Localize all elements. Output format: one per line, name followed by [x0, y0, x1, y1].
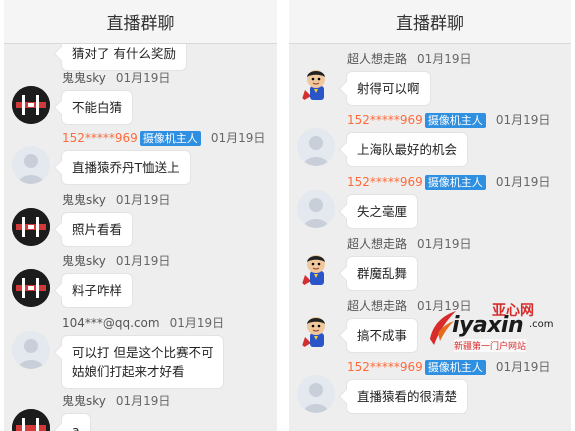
superhero-avatar-icon — [301, 70, 325, 102]
avatar[interactable] — [12, 269, 50, 307]
avatar[interactable] — [297, 375, 335, 413]
avatar[interactable] — [297, 313, 335, 351]
user-nick[interactable]: 鬼鬼sky — [62, 254, 106, 268]
owner-badge: 摄像机主人 — [139, 131, 201, 146]
user-nick[interactable]: 104***@qq.com — [62, 316, 160, 330]
user-nick[interactable]: 鬼鬼sky — [62, 193, 106, 207]
user-nick[interactable]: 152*****969 — [62, 131, 138, 145]
avatar[interactable] — [297, 128, 335, 166]
logo-avatar-icon — [12, 208, 50, 246]
message-bubble: 直播猿乔丹T恤送上 — [61, 150, 191, 185]
default-user-icon — [12, 146, 50, 184]
message-meta: 152*****969 摄像机主人 01月19日 — [347, 113, 550, 128]
watermark-brand: iyaxin — [452, 313, 524, 338]
message-bubble: 料子咋样 — [61, 273, 134, 308]
message-bubble: 照片看看 — [61, 212, 134, 247]
user-nick[interactable]: 152*****969 — [347, 175, 423, 189]
message-meta: 鬼鬼sky 01月19日 — [62, 394, 170, 408]
watermark-slogan: 新疆第一门户网站 — [454, 339, 527, 352]
site-watermark: 亚心网 iyaxin .com 新疆第一门户网站 — [428, 299, 568, 354]
user-nick[interactable]: 超人想走路 — [347, 52, 407, 66]
message-bubble: 射得可以啊 — [346, 71, 431, 106]
user-nick[interactable]: 鬼鬼sky — [62, 71, 106, 85]
watermark-domain: .com — [529, 319, 554, 330]
message-time: 01月19日 — [115, 394, 171, 408]
superhero-avatar-icon — [301, 255, 325, 287]
message-time: 01月19日 — [115, 193, 171, 207]
message-bubble: 不能白猜 — [61, 90, 134, 125]
message-bubble: 上海队最好的机会 — [346, 132, 469, 167]
message-meta: 鬼鬼sky 01月19日 — [62, 71, 170, 85]
avatar[interactable] — [297, 251, 335, 289]
avatar[interactable] — [12, 86, 50, 124]
message-time: 01月19日 — [495, 360, 551, 374]
logo-avatar-icon — [12, 269, 50, 307]
user-nick[interactable]: 鬼鬼sky — [62, 394, 106, 408]
message-time: 01月19日 — [210, 131, 266, 145]
message-time: 01月19日 — [495, 175, 551, 189]
message-bubble: 直播猿看的很清楚 — [346, 379, 469, 414]
message-time: 01月19日 — [115, 254, 171, 268]
message-meta: 104***@qq.com 01月19日 — [62, 316, 224, 330]
owner-badge: 摄像机主人 — [424, 360, 486, 375]
owner-badge: 摄像机主人 — [424, 113, 486, 128]
default-user-icon — [297, 375, 335, 413]
default-user-icon — [297, 190, 335, 228]
user-nick[interactable]: 152*****969 — [347, 360, 423, 374]
avatar[interactable] — [12, 208, 50, 246]
user-nick[interactable]: 152*****969 — [347, 113, 423, 127]
left-chat-panel[interactable]: 猜对了 有什么奖励 直播群聊 鬼鬼sky 01月19日 不能白猜 152*****… — [4, 0, 277, 431]
message-meta: 超人想走路 01月19日 — [347, 237, 472, 251]
superhero-avatar-icon — [301, 317, 325, 349]
message-time: 01月19日 — [115, 71, 171, 85]
message-meta: 鬼鬼sky 01月19日 — [62, 254, 170, 268]
logo-avatar-icon — [12, 409, 50, 431]
chat-header: 直播群聊 — [4, 0, 277, 44]
logo-avatar-icon — [12, 86, 50, 124]
message-meta: 152*****969 摄像机主人 01月19日 — [62, 131, 265, 146]
message-time: 01月19日 — [495, 113, 551, 127]
default-user-icon — [297, 128, 335, 166]
message-time: 01月19日 — [417, 237, 472, 251]
message-meta: 鬼鬼sky 01月19日 — [62, 193, 170, 207]
page-title: 直播群聊 — [396, 14, 464, 34]
message-meta: 152*****969 摄像机主人 01月19日 — [347, 360, 550, 375]
message-bubble: 搞不成事 — [346, 318, 419, 353]
avatar[interactable] — [297, 190, 335, 228]
message-meta: 超人想走路 01月19日 — [347, 52, 472, 66]
page-title: 直播群聊 — [106, 14, 175, 34]
message-bubble: 群魔乱舞 — [346, 256, 419, 291]
right-chat-panel[interactable]: 直播群聊 超人想走路 01月19日 射得可以啊 152*****969 摄像机主人 0… — [289, 0, 571, 431]
message-time: 01月19日 — [169, 316, 225, 330]
avatar[interactable] — [12, 146, 50, 184]
message-meta: 152*****969 摄像机主人 01月19日 — [347, 175, 550, 190]
user-nick[interactable]: 超人想走路 — [347, 237, 407, 251]
chat-header: 直播群聊 — [289, 0, 571, 44]
avatar[interactable] — [12, 331, 50, 369]
message-time: 01月19日 — [417, 52, 472, 66]
message-bubble: 失之毫厘 — [346, 194, 419, 229]
user-nick[interactable]: 超人想走路 — [347, 299, 407, 313]
default-user-icon — [12, 331, 50, 369]
avatar[interactable] — [297, 66, 335, 104]
message-bubble: 可以打 但是这个比赛不可 姑娘们打起来才好看 — [61, 335, 225, 389]
message-bubble: a — [61, 413, 91, 431]
avatar[interactable] — [12, 409, 50, 431]
owner-badge: 摄像机主人 — [424, 175, 486, 190]
